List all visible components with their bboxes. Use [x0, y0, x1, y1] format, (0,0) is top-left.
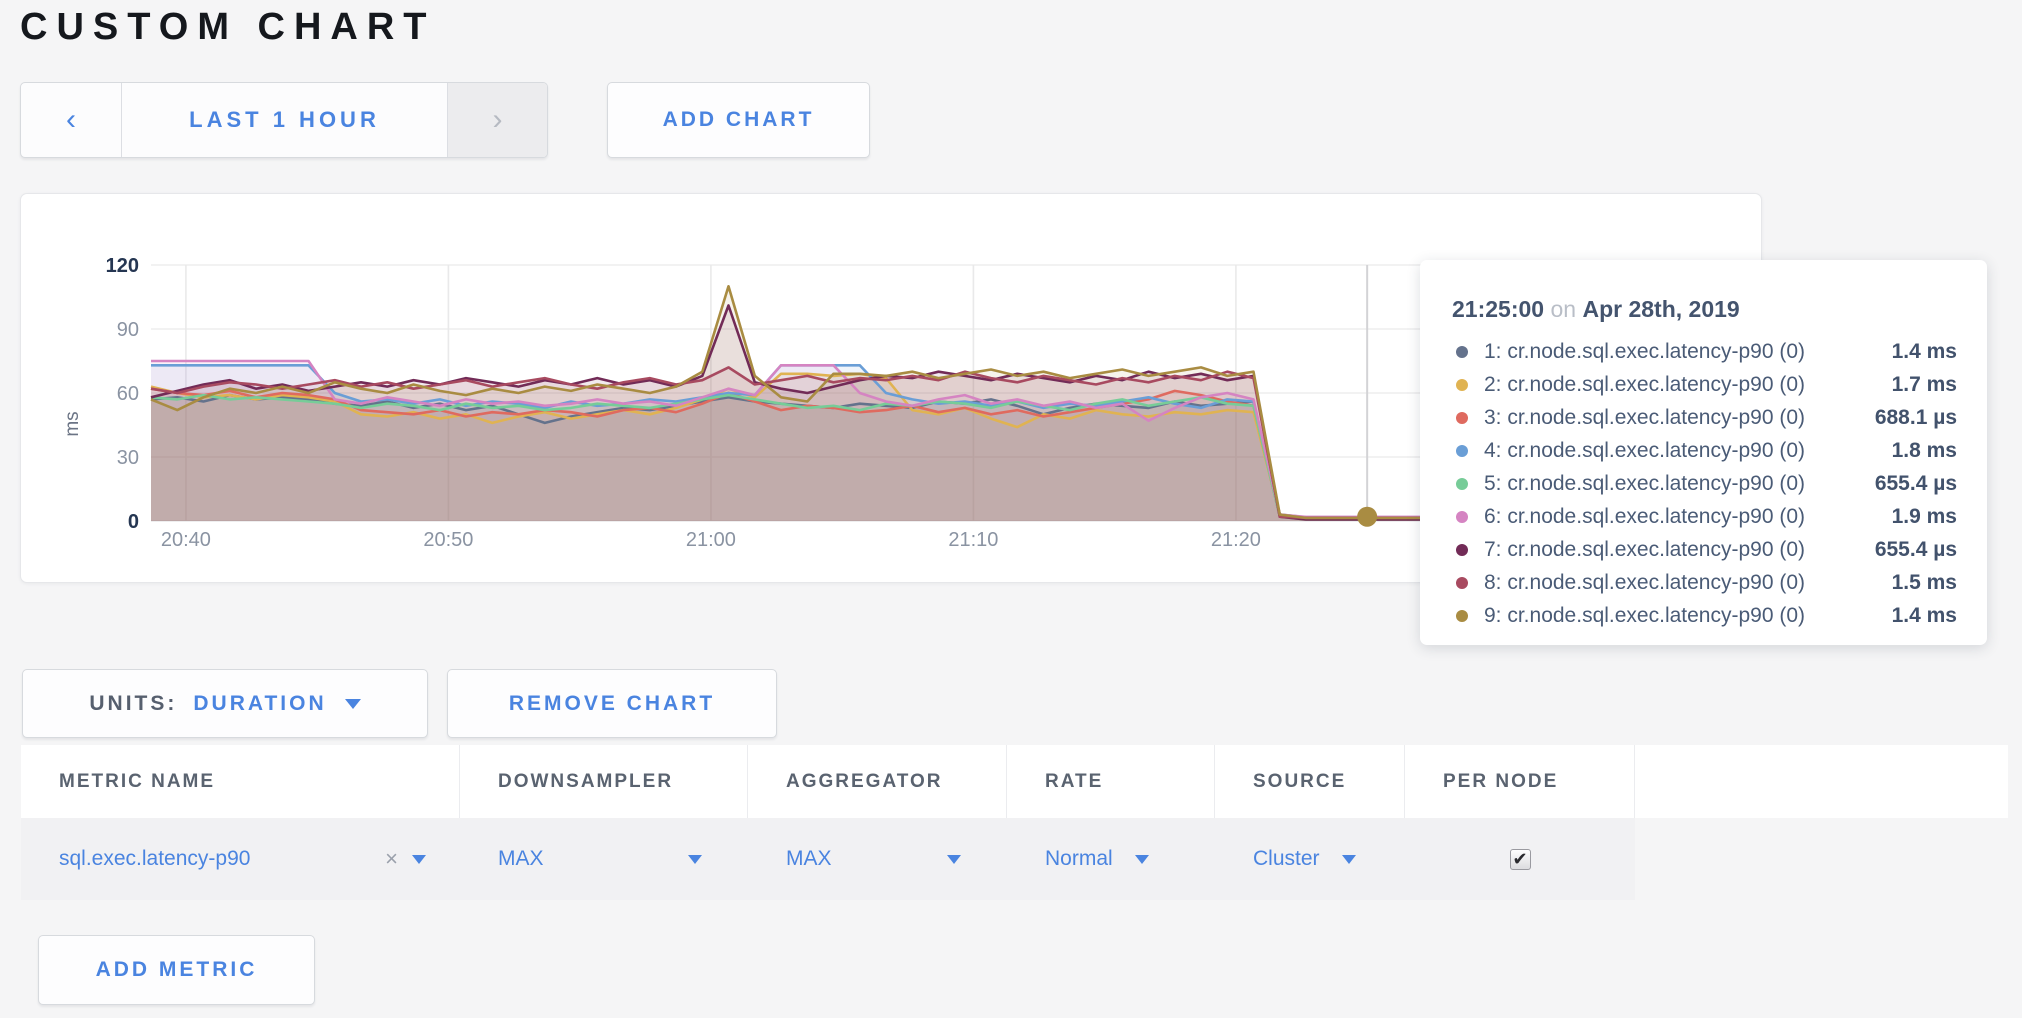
metric-row: sql.exec.latency-p90 × MAX MAX Normal Cl…	[21, 818, 2008, 900]
tooltip-row: 3: cr.node.sql.exec.latency-p90 (0)688.1…	[1452, 401, 1957, 434]
units-dropdown[interactable]: UNITS: DURATION	[22, 669, 428, 738]
x-axis-tick-label: 21:10	[948, 529, 998, 551]
column-header-source: SOURCE	[1215, 745, 1405, 818]
series-color-dot	[1456, 412, 1468, 424]
y-axis-tick-label: 90	[117, 319, 139, 341]
column-header-rate: RATE	[1007, 745, 1215, 818]
time-range-prev-button[interactable]: ‹	[21, 83, 122, 157]
series-label: 5: cr.node.sql.exec.latency-p90 (0)	[1484, 472, 1875, 496]
tooltip-row: 2: cr.node.sql.exec.latency-p90 (0)1.7 m…	[1452, 368, 1957, 401]
series-color-dot	[1456, 511, 1468, 523]
series-label: 1: cr.node.sql.exec.latency-p90 (0)	[1484, 340, 1892, 364]
series-value: 1.4 ms	[1892, 604, 1957, 628]
series-label: 4: cr.node.sql.exec.latency-p90 (0)	[1484, 439, 1892, 463]
series-color-dot	[1456, 379, 1468, 391]
chevron-down-icon	[345, 699, 361, 709]
tooltip-row: 5: cr.node.sql.exec.latency-p90 (0)655.4…	[1452, 467, 1957, 500]
tooltip-row: 4: cr.node.sql.exec.latency-p90 (0)1.8 m…	[1452, 434, 1957, 467]
rate-dropdown[interactable]: Normal	[1007, 818, 1215, 900]
series-color-dot	[1456, 445, 1468, 457]
y-axis-tick-label: 0	[128, 511, 139, 533]
per-node-checkbox[interactable]: ✔	[1510, 849, 1531, 870]
series-color-dot	[1456, 610, 1468, 622]
chevron-down-icon	[688, 855, 702, 864]
x-axis-tick-label: 21:20	[1211, 529, 1261, 551]
chevron-right-icon: ›	[493, 103, 503, 137]
column-header-aggregator: AGGREGATOR	[748, 745, 1007, 818]
series-label: 2: cr.node.sql.exec.latency-p90 (0)	[1484, 373, 1892, 397]
add-metric-button[interactable]: ADD METRIC	[38, 935, 315, 1005]
series-label: 9: cr.node.sql.exec.latency-p90 (0)	[1484, 604, 1892, 628]
series-color-dot	[1456, 478, 1468, 490]
tooltip-row: 7: cr.node.sql.exec.latency-p90 (0)655.4…	[1452, 533, 1957, 566]
series-label: 8: cr.node.sql.exec.latency-p90 (0)	[1484, 571, 1892, 595]
x-axis-tick-label: 21:00	[686, 529, 736, 551]
add-chart-button[interactable]: ADD CHART	[607, 82, 870, 158]
units-value: DURATION	[193, 692, 326, 716]
chart-hover-tooltip: 21:25:00 on Apr 28th, 2019 1: cr.node.sq…	[1420, 260, 1987, 645]
units-label: UNITS:	[89, 692, 177, 716]
time-range-label[interactable]: LAST 1 HOUR	[122, 83, 447, 157]
series-color-dot	[1456, 544, 1468, 556]
column-header-metric-name: METRIC NAME	[21, 745, 460, 818]
metric-name-value: sql.exec.latency-p90	[59, 847, 250, 871]
series-value: 655.4 µs	[1875, 472, 1957, 496]
y-axis-tick-label: 30	[117, 447, 139, 469]
metric-name-cell[interactable]: sql.exec.latency-p90 ×	[21, 818, 460, 900]
clear-metric-icon[interactable]: ×	[385, 846, 398, 872]
tooltip-row: 6: cr.node.sql.exec.latency-p90 (0)1.9 m…	[1452, 500, 1957, 533]
column-header-per-node: PER NODE	[1405, 745, 1635, 818]
column-header-downsampler: DOWNSAMPLER	[460, 745, 748, 818]
aggregator-dropdown[interactable]: MAX	[748, 818, 1007, 900]
chevron-down-icon[interactable]	[412, 855, 426, 864]
time-range-selector: ‹ LAST 1 HOUR ›	[20, 82, 548, 158]
tooltip-row: 8: cr.node.sql.exec.latency-p90 (0)1.5 m…	[1452, 566, 1957, 599]
series-value: 1.9 ms	[1892, 505, 1957, 529]
metrics-table: METRIC NAMEDOWNSAMPLERAGGREGATORRATESOUR…	[21, 745, 2008, 900]
metrics-table-header: METRIC NAMEDOWNSAMPLERAGGREGATORRATESOUR…	[21, 745, 2008, 818]
series-value: 1.7 ms	[1892, 373, 1957, 397]
chevron-down-icon	[1342, 855, 1356, 864]
y-axis-tick-label: 60	[117, 383, 139, 405]
series-color-dot	[1456, 577, 1468, 589]
page-title: CUSTOM CHART	[20, 6, 436, 49]
chevron-left-icon: ‹	[66, 103, 76, 137]
tooltip-timestamp: 21:25:00 on Apr 28th, 2019	[1452, 296, 1957, 323]
y-axis-tick-label: 120	[106, 255, 139, 277]
source-dropdown[interactable]: Cluster	[1215, 818, 1405, 900]
hover-point-dot	[1357, 507, 1377, 527]
tooltip-row: 1: cr.node.sql.exec.latency-p90 (0)1.4 m…	[1452, 335, 1957, 368]
series-label: 6: cr.node.sql.exec.latency-p90 (0)	[1484, 505, 1892, 529]
series-label: 7: cr.node.sql.exec.latency-p90 (0)	[1484, 538, 1875, 562]
series-value: 1.5 ms	[1892, 571, 1957, 595]
remove-chart-button[interactable]: REMOVE CHART	[447, 669, 777, 738]
series-value: 1.8 ms	[1892, 439, 1957, 463]
tooltip-series-list: 1: cr.node.sql.exec.latency-p90 (0)1.4 m…	[1452, 335, 1957, 632]
series-value: 1.4 ms	[1892, 340, 1957, 364]
series-value: 688.1 µs	[1875, 406, 1957, 430]
x-axis-tick-label: 20:50	[423, 529, 473, 551]
series-value: 655.4 µs	[1875, 538, 1957, 562]
y-axis-unit-label: ms	[62, 411, 83, 436]
series-label: 3: cr.node.sql.exec.latency-p90 (0)	[1484, 406, 1875, 430]
x-axis-tick-label: 20:40	[161, 529, 211, 551]
column-header-actions	[1635, 745, 2008, 818]
chevron-down-icon	[1135, 855, 1149, 864]
per-node-cell: ✔	[1405, 818, 1635, 900]
time-range-next-button[interactable]: ›	[447, 83, 547, 157]
tooltip-row: 9: cr.node.sql.exec.latency-p90 (0)1.4 m…	[1452, 599, 1957, 632]
chevron-down-icon	[947, 855, 961, 864]
series-color-dot	[1456, 346, 1468, 358]
downsampler-dropdown[interactable]: MAX	[460, 818, 748, 900]
remove-metric-cell: REMOVE METRIC	[1635, 818, 2008, 900]
